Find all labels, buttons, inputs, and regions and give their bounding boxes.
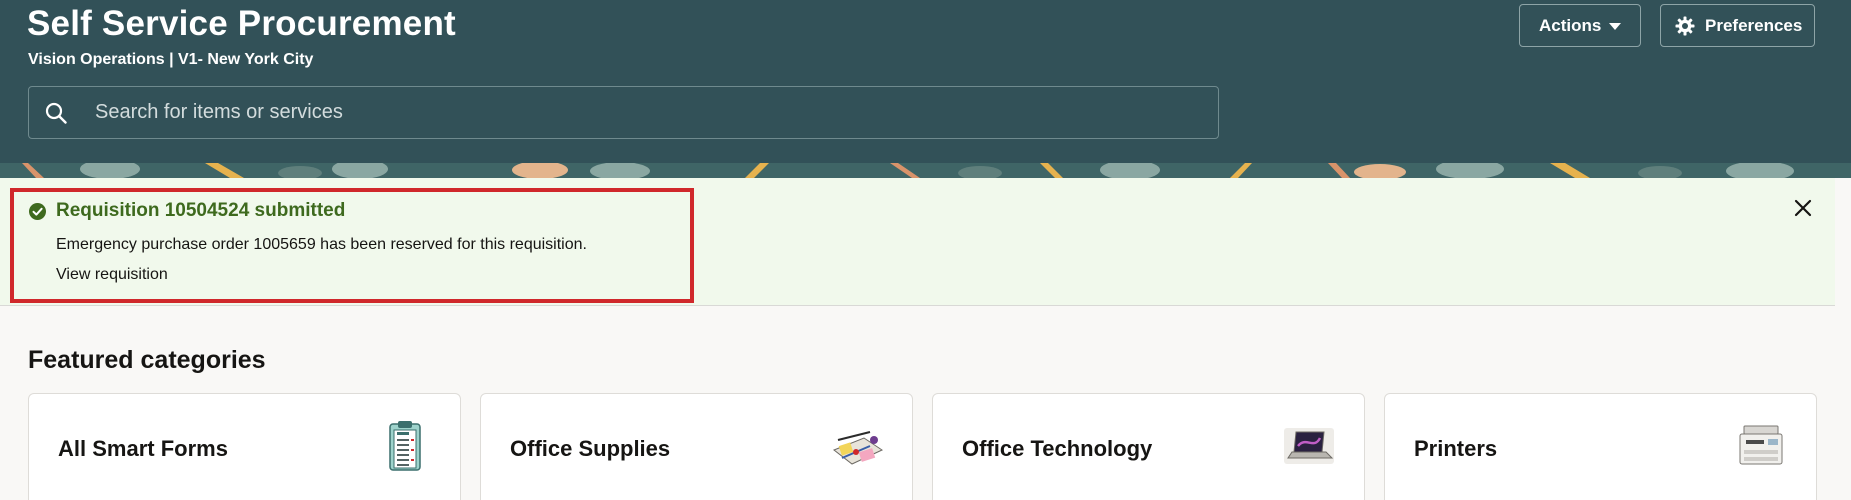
category-card-label: All Smart Forms <box>58 436 228 461</box>
office-supplies-icon <box>833 431 884 465</box>
category-card-office-technology[interactable]: Office Technology <box>932 393 1365 500</box>
search-box[interactable] <box>28 86 1219 139</box>
category-card-label: Office Supplies <box>510 436 671 461</box>
search-input[interactable] <box>95 87 1195 138</box>
category-card-label: Printers <box>1414 436 1498 461</box>
app-header: Self Service Procurement Vision Operatio… <box>0 0 1851 163</box>
category-card-office-supplies[interactable]: Office Supplies <box>480 393 913 500</box>
message-title: Requisition 10504524 submitted <box>56 200 346 221</box>
actions-button-label: Actions <box>1539 15 1602 35</box>
category-card-label: Office Technology <box>962 436 1153 461</box>
featured-categories-heading: Featured categories <box>28 346 266 374</box>
page-title: Self Service Procurement <box>27 4 456 43</box>
success-check-icon <box>29 203 46 220</box>
view-requisition-link[interactable]: View requisition <box>56 266 168 284</box>
printer-icon <box>1739 425 1783 465</box>
clipboard-forms-icon <box>389 421 421 471</box>
message-body: Emergency purchase order 1005659 has bee… <box>56 236 587 253</box>
category-card-printers[interactable]: Printers <box>1384 393 1817 500</box>
preferences-button[interactable]: Preferences <box>1660 4 1815 47</box>
search-icon[interactable] <box>45 102 67 124</box>
laptop-icon <box>1284 428 1334 464</box>
category-card-all-smart-forms[interactable]: All Smart Forms <box>28 393 461 500</box>
decorative-banner <box>0 163 1851 178</box>
gear-icon <box>1675 16 1695 36</box>
caret-down-icon <box>1609 23 1621 30</box>
preferences-button-label: Preferences <box>1705 15 1803 35</box>
close-icon[interactable] <box>1793 198 1813 218</box>
actions-menu-button[interactable]: Actions <box>1519 4 1641 47</box>
business-unit-location: Vision Operations | V1- New York City <box>28 51 314 68</box>
